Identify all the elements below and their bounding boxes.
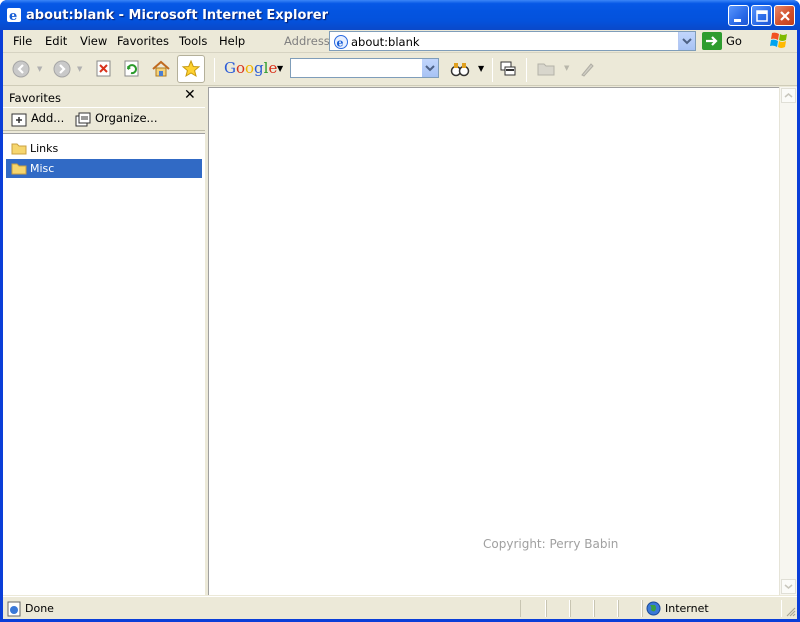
forward-dropdown-icon[interactable]: ▼ <box>77 65 82 73</box>
highlighter-icon <box>581 63 594 77</box>
menu-tools[interactable]: Tools <box>179 34 207 48</box>
refresh-icon[interactable] <box>121 58 143 80</box>
status-cell <box>520 600 546 617</box>
organize-favorites-icon[interactable] <box>75 112 91 128</box>
favorites-folder-links[interactable]: Links <box>6 139 202 158</box>
maximize-button[interactable] <box>751 5 772 26</box>
favorites-toolbar: Add... Organize... <box>3 107 205 131</box>
go-button[interactable] <box>702 32 722 50</box>
address-bar[interactable]: e about:blank <box>329 31 696 51</box>
home-icon[interactable] <box>150 58 172 80</box>
organize-favorites-button[interactable]: Organize... <box>95 111 158 125</box>
page-content[interactable]: Copyright: Perry Babin <box>209 87 779 595</box>
close-favorites-pane-button[interactable]: ✕ <box>184 87 196 103</box>
favorites-pane-title: Favorites <box>9 91 61 105</box>
status-cell <box>618 600 642 617</box>
status-cell <box>594 600 618 617</box>
favorites-folder-label: Misc <box>30 162 55 175</box>
toolbar-separator <box>492 58 493 82</box>
chevron-down-icon <box>682 38 692 45</box>
window-title: about:blank - Microsoft Internet Explore… <box>26 8 329 23</box>
window-body: File Edit View Favorites Tools Help Addr… <box>3 30 797 619</box>
chevron-up-icon <box>784 93 793 98</box>
address-dropdown-button[interactable] <box>678 32 695 50</box>
address-input[interactable]: about:blank <box>351 35 420 49</box>
page-info-icon[interactable] <box>499 60 517 78</box>
google-menu-dropdown-icon[interactable]: ▼ <box>277 64 283 73</box>
go-arrow-icon <box>706 36 718 46</box>
add-favorite-button[interactable]: Add... <box>31 111 64 125</box>
page-done-icon <box>7 601 21 617</box>
menu-view[interactable]: View <box>80 34 107 48</box>
status-cell <box>570 600 594 617</box>
folder-dropdown-icon: ▼ <box>564 64 570 72</box>
google-search-dropdown[interactable] <box>422 59 438 77</box>
svg-text:e: e <box>337 37 344 50</box>
forward-icon[interactable] <box>51 58 73 80</box>
chevron-down-icon <box>425 65 435 72</box>
menu-bar: File Edit View Favorites Tools Help Addr… <box>3 30 797 53</box>
svg-text:e: e <box>9 9 17 23</box>
scroll-down-button[interactable] <box>781 579 796 594</box>
internet-globe-icon <box>646 601 661 616</box>
menu-help[interactable]: Help <box>219 34 245 48</box>
toolbar-separator <box>214 58 215 82</box>
folder-icon <box>11 143 27 155</box>
menu-edit[interactable]: Edit <box>45 34 67 48</box>
back-icon[interactable] <box>11 58 33 80</box>
binoculars-search-icon[interactable] <box>450 60 470 78</box>
standard-toolbar: ▼ ▼ Google ▼ ▼ ▼ <box>3 54 797 86</box>
favorites-list: Links Misc <box>3 133 205 595</box>
favorites-folder-label: Links <box>30 142 59 155</box>
go-label[interactable]: Go <box>726 34 742 48</box>
security-zone-label: Internet <box>665 602 709 615</box>
security-zone-cell <box>642 600 782 617</box>
windows-logo-icon <box>770 32 787 48</box>
back-dropdown-icon[interactable]: ▼ <box>37 65 42 73</box>
ie-window: e about:blank - Microsoft Internet Explo… <box>0 0 800 622</box>
favorites-button[interactable] <box>177 55 205 83</box>
favorites-folder-misc[interactable]: Misc <box>6 159 202 178</box>
search-options-dropdown-icon[interactable]: ▼ <box>478 64 484 73</box>
close-button[interactable] <box>774 5 795 26</box>
scroll-up-button[interactable] <box>781 88 796 103</box>
google-search-input[interactable] <box>290 58 439 78</box>
favorites-pane: Favorites ✕ Add... Organize... Links Mis… <box>3 87 205 595</box>
folder-icon <box>11 163 27 175</box>
resize-grip-icon[interactable] <box>784 605 796 617</box>
minimize-button[interactable] <box>728 5 749 26</box>
ie-page-icon: e <box>334 35 348 50</box>
vertical-scrollbar[interactable] <box>779 87 797 595</box>
title-bar[interactable]: e about:blank - Microsoft Internet Explo… <box>0 0 800 30</box>
address-label: Address <box>284 34 330 48</box>
add-favorite-icon[interactable] <box>11 112 27 128</box>
status-bar: Done Internet <box>3 596 797 619</box>
copyright-watermark: Copyright: Perry Babin <box>483 537 619 551</box>
status-text: Done <box>25 602 54 615</box>
stop-icon[interactable] <box>93 58 115 80</box>
google-logo[interactable]: Google <box>224 59 277 77</box>
toolbar-separator <box>526 58 527 82</box>
menu-favorites[interactable]: Favorites <box>117 34 169 48</box>
folder-gray-icon <box>537 63 555 76</box>
status-cell <box>546 600 570 617</box>
ie-logo-icon: e <box>7 8 21 23</box>
menu-file[interactable]: File <box>13 34 32 48</box>
chevron-down-icon <box>784 584 793 589</box>
favorites-star-icon <box>181 59 201 78</box>
